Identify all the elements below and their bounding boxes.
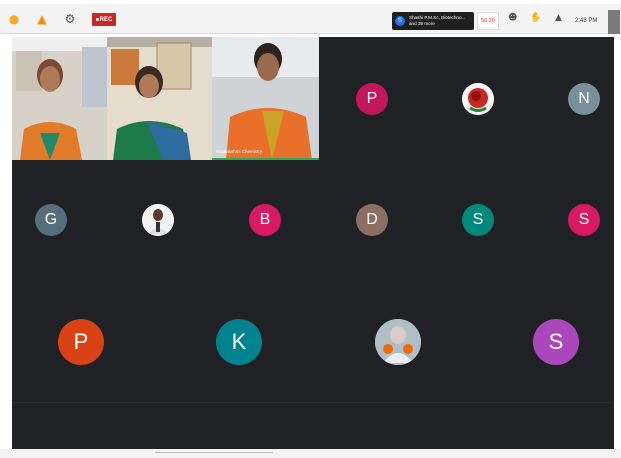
person-icon[interactable]: ▲ [34,10,50,28]
participant-avatar-p2[interactable]: P [58,319,104,365]
participant-name-label: Rajalakshmi Chemistry [216,149,263,154]
taskbar-strip [0,449,621,458]
settings-icon[interactable]: ⚙ [62,10,78,28]
meeting-top-bar: ● ▲ ⚙ REC S Shashi P.M.Sc, Biotechno... … [0,4,621,34]
video-tile-1[interactable] [12,37,107,160]
self-view-thumbnail[interactable] [608,10,620,34]
avatar-initial: S [578,211,590,228]
participant-avatar-s1[interactable]: S [462,204,494,236]
meeting-timer-badge: 56:20 [477,12,499,30]
people-icon[interactable]: ☻ [508,13,517,23]
recording-badge: REC [92,13,116,26]
participant-avatar-man[interactable] [142,204,174,236]
participant-avatar-s3[interactable]: S [533,319,579,365]
participant-avatar-p[interactable]: P [356,83,388,115]
participant-avatar-child[interactable] [375,319,421,365]
divider-line [155,452,273,453]
meeting-control-bar [12,402,614,449]
avatar-initial: B [259,211,271,228]
participant-video-3 [212,37,319,158]
participant-avatar-d[interactable]: D [356,204,388,236]
screenshot-frame: ● ▲ ⚙ REC S Shashi P.M.Sc, Biotechno... … [0,0,621,458]
avatar-initial: S [472,211,484,228]
avatar-initial: N [578,90,590,107]
participant-avatar-k[interactable]: K [216,319,262,365]
avatar-initial: S [548,329,564,354]
lightbulb-icon[interactable]: ● [6,10,22,28]
raise-hand-icon[interactable]: ✋ [530,13,541,23]
video-tile-3[interactable]: Rajalakshmi Chemistry [212,37,319,160]
rose-photo-icon [462,83,494,115]
participant-avatar-n[interactable]: N [568,83,600,115]
participant-avatar-s2[interactable]: S [568,204,600,236]
man-photo-icon [142,204,174,236]
lock-icon[interactable]: ▲ [555,13,562,23]
meeting-grid: Rajalakshmi Chemistry P N G B D S S P K … [12,37,614,449]
record-dot-icon [95,18,99,21]
avatar-initial: D [366,211,378,228]
speaker-text: Shashi P.M.Sc, Biotechno... and 39 more [409,15,466,26]
avatar-initial: P [366,90,378,107]
speaker-avatar: S [395,16,405,26]
participant-avatar-g[interactable]: G [35,204,67,236]
participant-video-1 [12,37,107,160]
avatar-initial: G [44,211,58,228]
avatar-initial: K [231,329,247,354]
recording-label: REC [99,16,113,23]
participant-avatar-rose[interactable] [462,83,494,115]
video-tile-2[interactable] [107,37,212,160]
participant-video-2 [107,37,212,160]
participant-avatar-b[interactable]: B [249,204,281,236]
clock-text: 2:48 PM [575,18,598,24]
child-photo-icon [375,319,421,365]
active-speaker-pill[interactable]: S Shashi P.M.Sc, Biotechno... and 39 mor… [392,12,474,30]
avatar-initial: P [73,329,89,354]
